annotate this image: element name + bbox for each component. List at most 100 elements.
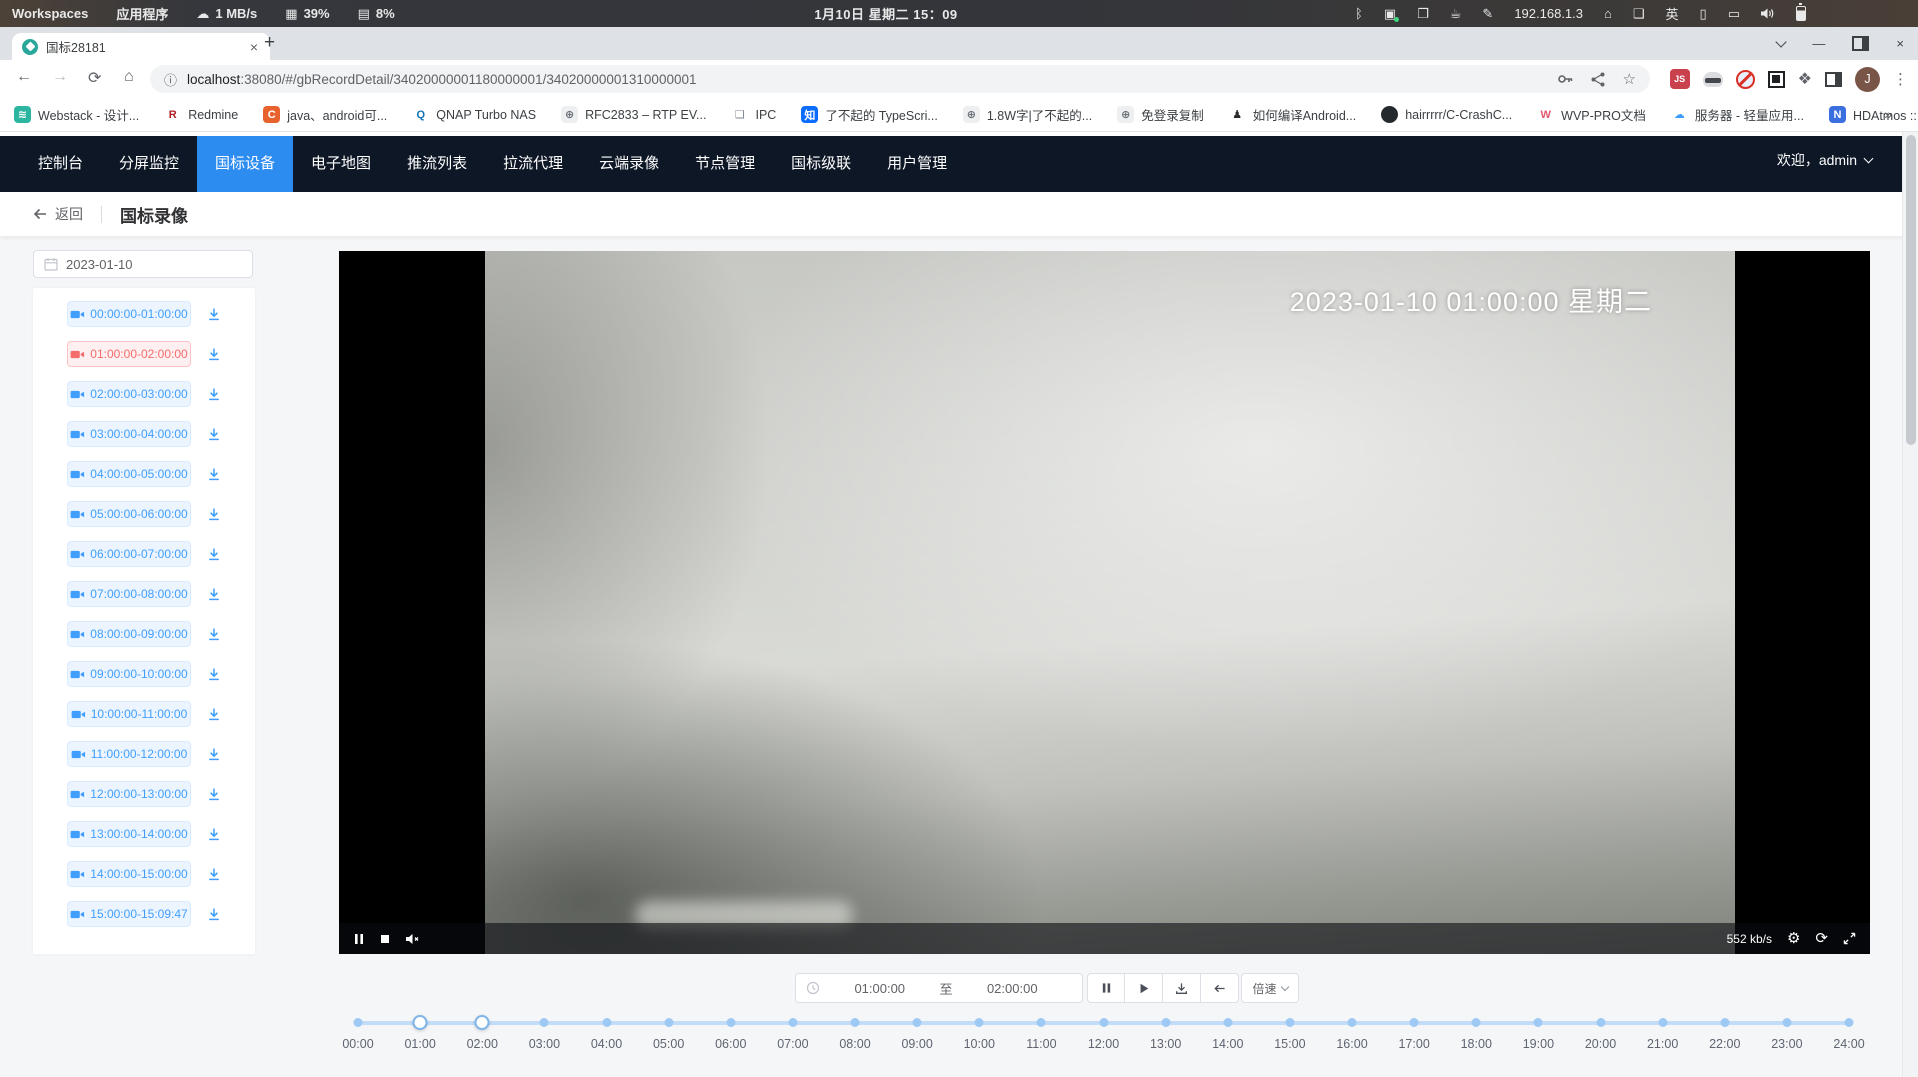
extensions-puzzle-icon[interactable]: ❖ [1798,69,1812,89]
record-download-button[interactable] [207,707,221,721]
record-download-button[interactable] [207,587,221,601]
extension-frame-icon[interactable] [1768,71,1785,88]
bookmark-item[interactable]: Q QNAP Turbo NAS [412,106,536,123]
record-segment-button[interactable]: 04:00:00-05:00:00 [67,461,191,487]
address-bar[interactable]: ⓘ localhost:38080/#/gbRecordDetail/34020… [150,65,1650,93]
nav-tab[interactable]: 推流列表 [389,136,485,192]
bookmark-item[interactable]: 知 了不起的 TypeScri... [801,105,938,124]
reload-icon[interactable]: ⟳ [88,68,101,88]
bookmark-item[interactable]: ♟ 如何编译Android... [1229,105,1357,124]
record-download-button[interactable] [207,627,221,641]
record-segment-button[interactable]: 06:00:00-07:00:00 [67,541,191,567]
nav-tab[interactable]: 云端录像 [581,136,677,192]
speed-dropdown[interactable]: 倍速 [1241,973,1299,1003]
timeline-handle[interactable] [475,1015,490,1030]
bookmark-item[interactable]: ⊕ 免登录复制 [1117,105,1204,124]
password-key-icon[interactable] [1557,71,1573,87]
bluetooth-icon[interactable]: ᛒ [1355,7,1363,20]
ip-address[interactable]: 192.168.1.3 [1514,6,1583,21]
record-download-button[interactable] [207,387,221,401]
player-fullscreen-icon[interactable] [1843,932,1856,945]
record-segment-button[interactable]: 09:00:00-10:00:00 [67,661,191,687]
end-time-input[interactable]: 02:00:00 [953,981,1073,996]
record-segment-button[interactable]: 08:00:00-09:00:00 [67,621,191,647]
site-info-icon[interactable]: ⓘ [164,70,177,89]
player-pause-button[interactable] [353,933,365,945]
pause-button[interactable] [1087,973,1125,1003]
nav-tab[interactable]: 国标级联 [773,136,869,192]
workspaces-button[interactable]: Workspaces [12,6,88,21]
extension-mask-icon[interactable] [1703,72,1723,87]
bookmark-item[interactable]: hairrrrr/C-CrashC... [1381,106,1512,123]
nav-tab[interactable]: 分屏监控 [101,136,197,192]
clock[interactable]: 1月10日 星期二 15：09 [814,4,957,23]
timeline-handle[interactable] [413,1015,428,1030]
bookmark-item[interactable]: ☁ 服务器 - 轻量应用... [1671,105,1804,124]
record-segment-button[interactable]: 11:00:00-12:00:00 [67,741,191,767]
seek-back-button[interactable] [1201,973,1239,1003]
record-segment-button[interactable]: 10:00:00-11:00:00 [67,701,191,727]
window-restore-button[interactable] [1852,36,1869,51]
nav-tab[interactable]: 国标设备 [197,136,293,192]
bookmark-item[interactable]: ❏ IPC [731,106,776,123]
video-player[interactable]: 2023-01-10 01:00:00 星期二 552 kb/s ⚙ ⟳ [339,251,1870,954]
user-menu[interactable]: 欢迎，admin [1777,132,1872,188]
scrollbar-thumb[interactable] [1906,135,1916,445]
nav-tab[interactable]: 节点管理 [677,136,773,192]
record-download-button[interactable] [207,787,221,801]
nav-tab[interactable]: 控制台 [20,136,101,192]
record-segment-button[interactable]: 01:00:00-02:00:00 [67,341,191,367]
bookmark-item[interactable]: ⊕ 1.8W字|了不起的... [963,105,1092,124]
bookmark-item[interactable]: ≋ Webstack - 设计... [14,105,139,124]
coffee-icon[interactable]: ☕ [1450,7,1462,20]
browser-tab[interactable]: 国标28181 × [12,33,270,60]
record-download-button[interactable] [207,827,221,841]
applications-button[interactable]: 应用程序 [116,4,168,23]
clipboard-icon[interactable]: ❐ [1417,7,1429,20]
window-minimize-button[interactable]: — [1812,36,1825,51]
date-picker-input[interactable]: 2023-01-10 [33,250,253,278]
page-scrollbar[interactable] [1902,132,1918,1077]
battery-icon[interactable] [1796,6,1806,21]
start-time-input[interactable]: 01:00:00 [820,981,940,996]
record-download-button[interactable] [207,547,221,561]
time-range-picker[interactable]: 01:00:00 至 02:00:00 [795,973,1083,1003]
record-download-button[interactable] [207,467,221,481]
volume-icon[interactable] [1761,8,1775,19]
record-download-button[interactable] [207,747,221,761]
record-segment-button[interactable]: 03:00:00-04:00:00 [67,421,191,447]
nav-tab[interactable]: 电子地图 [293,136,389,192]
tab-close-button[interactable]: × [248,39,260,55]
record-download-button[interactable] [207,347,221,361]
extension-js-icon[interactable]: JS [1670,69,1690,89]
tab-search-icon[interactable] [1776,36,1787,47]
record-download-button[interactable] [207,907,221,921]
screenshot-tool-icon[interactable]: ▣ [1384,7,1396,20]
bookmark-item[interactable]: C java、android可... [263,105,387,124]
record-segment-button[interactable]: 05:00:00-06:00:00 [67,501,191,527]
home-icon[interactable]: ⌂ [1604,7,1612,20]
record-segment-button[interactable]: 14:00:00-15:00:00 [67,861,191,887]
new-tab-button[interactable]: + [264,32,275,54]
forward-icon[interactable]: → [52,68,68,86]
bookmark-item[interactable]: ⊕ RFC2833 – RTP EV... [561,106,706,123]
player-refresh-icon[interactable]: ⟳ [1815,931,1828,946]
home-button-icon[interactable]: ⌂ [124,68,134,86]
record-segment-button[interactable]: 00:00:00-01:00:00 [67,301,191,327]
record-segment-button[interactable]: 02:00:00-03:00:00 [67,381,191,407]
browser-menu-icon[interactable]: ⋮ [1893,70,1908,88]
play-button[interactable] [1125,973,1163,1003]
player-stop-button[interactable] [379,933,391,945]
color-picker-icon[interactable]: ✎ [1482,7,1493,20]
download-button[interactable] [1163,973,1201,1003]
bookmark-item[interactable]: R Redmine [164,106,238,123]
playback-timeline[interactable]: 00:0001:0002:0003:0004:0005:0006:0007:00… [358,1011,1849,1057]
share-icon[interactable] [1591,72,1605,87]
bookmark-item[interactable]: W WVP-PRO文档 [1537,105,1646,124]
record-segment-button[interactable]: 12:00:00-13:00:00 [67,781,191,807]
windows-icon[interactable]: ❑ [1633,7,1645,20]
record-segment-button[interactable]: 13:00:00-14:00:00 [67,821,191,847]
extension-window-icon[interactable] [1825,72,1842,87]
input-method-indicator[interactable]: 英 [1666,4,1679,23]
nav-tab[interactable]: 拉流代理 [485,136,581,192]
